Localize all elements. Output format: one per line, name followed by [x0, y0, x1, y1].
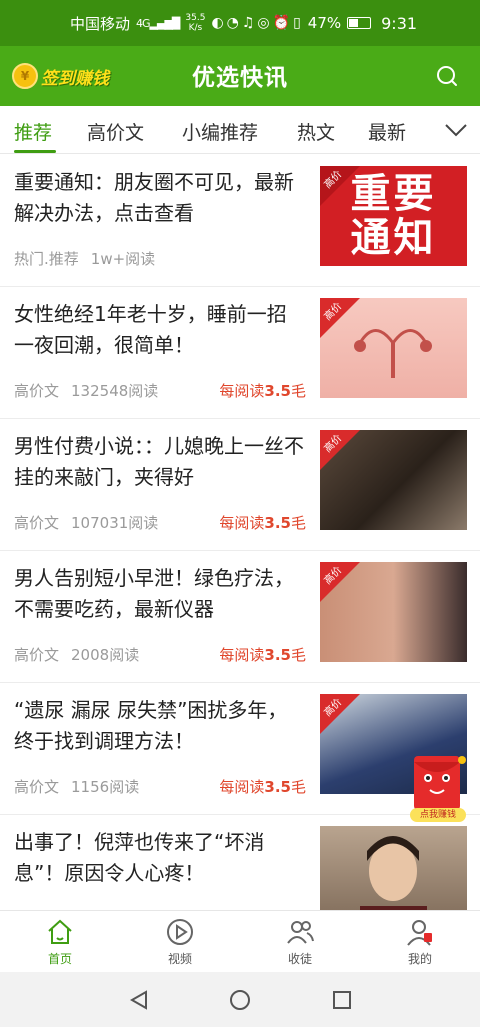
home-circle-icon[interactable] — [229, 989, 251, 1011]
carrier-name: 中国移动 — [70, 14, 131, 33]
article-item[interactable]: 女性绝经1年老十岁，睡前一招一夜回潮，很简单！ 高价文 132548阅读 每阅读3… — [0, 287, 480, 419]
chevron-down-icon[interactable] — [444, 120, 468, 140]
article-category: 高价文 — [14, 778, 60, 796]
earn-money-label: 点我赚钱 — [419, 810, 456, 820]
nav-profile[interactable]: 我的 — [380, 917, 460, 967]
article-category: 高价文 — [14, 646, 60, 664]
profile-icon — [407, 920, 432, 946]
article-meta: 高价文 132548阅读 — [14, 380, 158, 401]
bottom-nav: 首页 视频 收徒 我的 — [0, 910, 480, 972]
earn-money-float-button[interactable]: 点我赚钱 — [406, 748, 470, 824]
nav-home[interactable]: 首页 — [20, 917, 100, 967]
app-header: ¥ 签到赚钱 优选快讯 — [0, 46, 480, 106]
article-meta: 高价文 2008阅读 — [14, 644, 139, 665]
article-reads: 107031阅读 — [71, 514, 159, 532]
article-item[interactable]: 出事了！倪萍也传来了“坏消息”！原因令人心疼！ — [0, 815, 480, 910]
battery-icon — [347, 17, 372, 29]
article-reads: 2008阅读 — [71, 646, 140, 664]
article-thumbnail: 重要通知 高价 — [320, 166, 467, 266]
nav-home-label: 首页 — [47, 952, 72, 966]
article-title: 重要通知：朋友圈不可见，最新解决办法，点击查看 — [14, 170, 294, 225]
article-meta: 高价文 107031阅读 — [14, 512, 158, 533]
nav-profile-label: 我的 — [407, 952, 432, 966]
home-icon — [48, 919, 72, 944]
tab-high-price[interactable]: 高价文 — [87, 118, 144, 145]
article-category: 高价文 — [14, 382, 60, 400]
reward-label: 每阅读3.5毛 — [219, 778, 306, 796]
article-title: “遗尿 漏尿 尿失禁”困扰多年，终于找到调理方法！ — [14, 698, 288, 753]
article-item[interactable]: 重要通知：朋友圈不可见，最新解决办法，点击查看 热门.推荐 1w+阅读 重要通知 … — [0, 155, 480, 287]
reward-label: 每阅读3.5毛 — [219, 382, 306, 400]
notification-icons: ◐◔♫◎⏰▯ — [211, 15, 304, 31]
status-bar: 中国移动 4G▂▄▆█ 35.5 K/s ◐◔♫◎⏰▯ 47% 9:31 — [0, 0, 480, 46]
search-icon[interactable] — [436, 65, 458, 87]
tab-hot[interactable]: 热文 — [297, 118, 335, 145]
reward-label: 每阅读3.5毛 — [219, 646, 306, 664]
reward-label: 每阅读3.5毛 — [219, 514, 306, 532]
nav-apprentice[interactable]: 收徒 — [260, 917, 340, 967]
app-title: 优选快讯 — [192, 65, 288, 91]
back-icon[interactable] — [128, 989, 150, 1011]
article-thumbnail: 高价 — [320, 430, 467, 530]
article-thumbnail — [320, 826, 467, 910]
clock: 9:31 — [381, 13, 418, 33]
video-icon — [167, 919, 193, 945]
article-meta: 热门.推荐 1w+阅读 — [14, 248, 155, 269]
article-item[interactable]: 男人告别短小早泄！绿色疗法，不需要吃药，最新仪器 高价文 2008阅读 每阅读3.… — [0, 551, 480, 683]
tab-latest[interactable]: 最新 — [368, 118, 406, 145]
article-category: 热门.推荐 — [14, 250, 79, 268]
recents-icon[interactable] — [331, 989, 353, 1011]
signal-icon: 4G▂▄▆█ — [136, 16, 180, 30]
app-root: 中国移动 4G▂▄▆█ 35.5 K/s ◐◔♫◎⏰▯ 47% 9:31 ¥ 签… — [0, 0, 480, 1027]
article-meta: 高价文 1156阅读 — [14, 776, 139, 797]
nav-video[interactable]: 视频 — [140, 917, 220, 967]
tab-recommended[interactable]: 推荐 — [14, 118, 52, 145]
article-thumbnail: 高价 — [320, 562, 467, 662]
network-speed: 35.5 K/s — [185, 13, 206, 33]
article-category: 高价文 — [14, 514, 60, 532]
battery-percent: 47% — [307, 14, 342, 32]
category-tabs: 推荐 高价文 小编推荐 热文 最新 — [0, 106, 480, 154]
article-title: 男性付费小说：：儿媳晚上一丝不挂的来敲门，夹得好 — [14, 434, 304, 489]
article-reads: 132548阅读 — [71, 382, 159, 400]
nav-apprentice-label: 收徒 — [287, 952, 312, 966]
tab-editor-picks[interactable]: 小编推荐 — [182, 118, 258, 145]
article-item[interactable]: 男性付费小说：：儿媳晚上一丝不挂的来敲门，夹得好 高价文 107031阅读 每阅读… — [0, 419, 480, 551]
article-title: 男人告别短小早泄！绿色疗法，不需要吃药，最新仪器 — [14, 566, 294, 621]
article-title: 出事了！倪萍也传来了“坏消息”！原因令人心疼！ — [14, 830, 265, 885]
active-tab-indicator — [14, 150, 56, 153]
article-reads: 1w+阅读 — [90, 250, 156, 268]
article-reads: 1156阅读 — [71, 778, 140, 796]
article-title: 女性绝经1年老十岁，睡前一招一夜回潮，很简单！ — [14, 302, 287, 357]
nav-video-label: 视频 — [167, 952, 192, 966]
system-nav-bar — [0, 972, 480, 1027]
portrait-illustration — [360, 836, 427, 910]
apprentice-icon — [287, 921, 314, 944]
article-thumbnail: 高价 — [320, 298, 467, 398]
